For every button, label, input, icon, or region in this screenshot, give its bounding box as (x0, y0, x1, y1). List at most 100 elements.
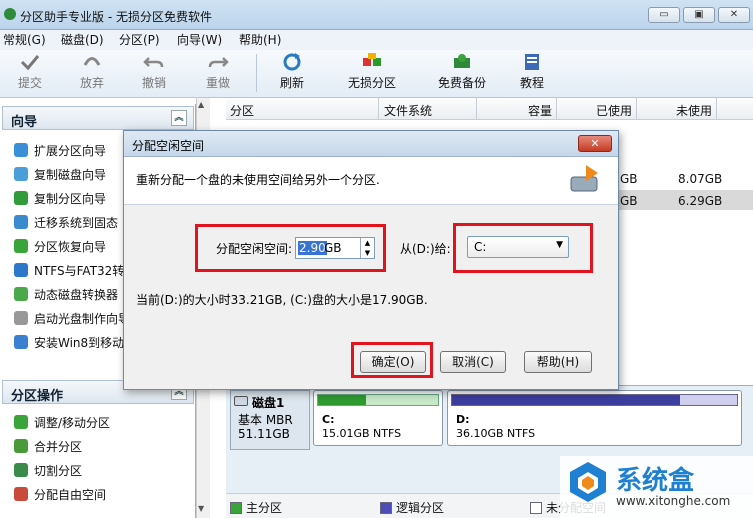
alloc-value: 2.90 (298, 241, 327, 255)
col-capacity[interactable]: 容量 (528, 102, 552, 119)
column-divider (476, 98, 477, 120)
merge-icon (14, 439, 28, 453)
lossless-partition-label: 无损分区 (347, 76, 396, 90)
disk1-size: 51.11GB (238, 427, 290, 441)
legend-primary-label: 主分区 (246, 501, 283, 515)
col-used[interactable]: 已使用 (596, 102, 632, 119)
free-backup-label: 免费备份 (437, 76, 486, 90)
partition-d[interactable]: D: 36.10GB NTFS (447, 390, 742, 446)
col-filesystem[interactable]: 文件系统 (384, 102, 432, 119)
col-partition[interactable]: 分区 (230, 102, 254, 119)
partition-ops-title: 分区操作 (11, 389, 64, 404)
wizard-item-label: 安装Win8到移动 (34, 336, 125, 350)
submit-button[interactable]: 提交 (8, 52, 52, 94)
menu-partition[interactable]: 分区(P) (119, 31, 160, 48)
maximize-button[interactable]: ▣ (683, 7, 715, 23)
close-button[interactable]: ✕ (718, 7, 750, 23)
dialog-description: 重新分配一个盘的未使用空间给另外一个分区. (136, 173, 380, 187)
wizard-item[interactable]: NTFS与FAT32转换 (14, 262, 126, 282)
watermark-url: www.xitonghe.com (616, 494, 731, 508)
undo-icon (143, 57, 164, 68)
app-title: 分区助手专业版 - 无损分区免费软件 (20, 10, 212, 24)
partition-op-label: 分配自由空间 (34, 488, 107, 502)
minimize-button[interactable]: ▭ (648, 7, 680, 23)
spin-up-icon[interactable]: ▲ (360, 238, 374, 248)
wizard-item[interactable]: 复制分区向导 (14, 190, 126, 210)
wizard-section-title: 向导 (11, 115, 38, 130)
partition-c-letter: C: (322, 413, 335, 426)
col-free[interactable]: 未使用 (676, 102, 712, 119)
wizard-item-label: 扩展分区向导 (34, 144, 107, 158)
target-partition-select[interactable]: C: ▼ (467, 236, 569, 258)
refresh-button[interactable]: 刷新 (270, 52, 314, 94)
partition-op-item[interactable]: 调整/移动分区 (14, 414, 184, 434)
wizard-item[interactable]: 安装Win8到移动 (14, 334, 126, 354)
disk1-type: 基本 MBR (238, 413, 293, 427)
partition-op-item[interactable]: 切割分区 (14, 462, 184, 482)
disk1-name: 磁盘1 (252, 396, 285, 410)
target-value: C: (474, 240, 487, 254)
copy-disk-icon (14, 167, 28, 181)
wizard-item[interactable]: 启动光盘制作向导 (14, 310, 126, 330)
discard-button[interactable]: 放弃 (70, 52, 114, 94)
free-backup-button[interactable]: 免费备份 (430, 52, 494, 94)
menu-wizard[interactable]: 向导(W) (177, 31, 222, 48)
check-icon (20, 55, 40, 71)
help-button[interactable]: 帮助(H) (524, 351, 592, 373)
partition-d-info: 36.10GB NTFS (456, 427, 536, 440)
ok-button[interactable]: 确定(O) (360, 351, 426, 373)
watermark: 系统盒 www.xitonghe.com (560, 456, 753, 518)
scroll-down-icon[interactable]: ▼ (198, 504, 204, 513)
partition-d-letter: D: (456, 413, 470, 426)
undo-button[interactable]: 撤销 (132, 52, 176, 94)
scroll-up-icon[interactable]: ▲ (198, 100, 204, 109)
row1-free: 8.07GB (678, 172, 723, 186)
collapse-icon[interactable]: ︽ (171, 110, 187, 126)
toolbar-divider (256, 54, 257, 92)
wizard-item-label: 迁移系统到固态 (34, 216, 119, 230)
resize-icon (14, 415, 28, 429)
wizard-item-label: NTFS与FAT32转换 (34, 264, 126, 278)
row2-used: GB (620, 194, 638, 208)
menu-disk[interactable]: 磁盘(D) (61, 31, 104, 48)
allocate-icon (14, 487, 28, 501)
partition-table-header (226, 98, 753, 120)
lossless-partition-button[interactable]: 无损分区 (340, 52, 404, 94)
wizard-section-header: 向导 ︽ (2, 106, 194, 130)
spin-down-icon[interactable]: ▼ (360, 248, 374, 258)
legend-logical-label: 逻辑分区 (396, 501, 445, 515)
chevron-down-icon: ▼ (556, 240, 563, 250)
wizard-item[interactable]: 动态磁盘转换器 (14, 286, 126, 306)
menu-general[interactable]: 常规(G) (3, 31, 46, 48)
boot-cd-icon (14, 311, 28, 325)
partition-op-label: 调整/移动分区 (34, 416, 111, 430)
wizard-item[interactable]: 扩展分区向导 (14, 142, 126, 162)
usage-bar-c (317, 394, 439, 406)
win8-icon (14, 335, 28, 349)
row1-used: GB (620, 172, 638, 186)
redo-label: 重做 (205, 76, 230, 90)
copy-partition-icon (14, 191, 28, 205)
partition-c[interactable]: C: 15.01GB NTFS (313, 390, 443, 446)
primary-swatch (230, 502, 242, 514)
alloc-size-stepper[interactable]: 2.90 GB ▲ ▼ (295, 237, 375, 259)
partition-op-item[interactable]: 合并分区 (14, 438, 184, 458)
wizard-item[interactable]: 分区恢复向导 (14, 238, 126, 258)
tutorial-button[interactable]: 教程 (510, 52, 554, 94)
partition-op-label: 合并分区 (34, 440, 83, 454)
partition-op-label: 切割分区 (34, 464, 83, 478)
allocate-free-space-dialog: 分配空闲空间 ✕ 重新分配一个盘的未使用空间给另外一个分区. 分配空闲空间: 2… (123, 130, 619, 390)
wizard-item[interactable]: 迁移系统到固态 (14, 214, 126, 234)
dialog-close-button[interactable]: ✕ (578, 135, 612, 152)
redo-button[interactable]: 重做 (196, 52, 240, 94)
wizard-item-label: 分区恢复向导 (34, 240, 107, 254)
convert-icon (14, 263, 28, 277)
undo-label: 撤销 (141, 76, 166, 90)
partition-op-item[interactable]: 分配自由空间 (14, 486, 184, 506)
menu-help[interactable]: 帮助(H) (239, 31, 281, 48)
wizard-item[interactable]: 复制磁盘向导 (14, 166, 126, 186)
alloc-unit: GB (324, 241, 342, 255)
legend-logical: 逻辑分区 (380, 499, 444, 516)
extend-icon (14, 143, 28, 157)
cancel-button[interactable]: 取消(C) (440, 351, 506, 373)
